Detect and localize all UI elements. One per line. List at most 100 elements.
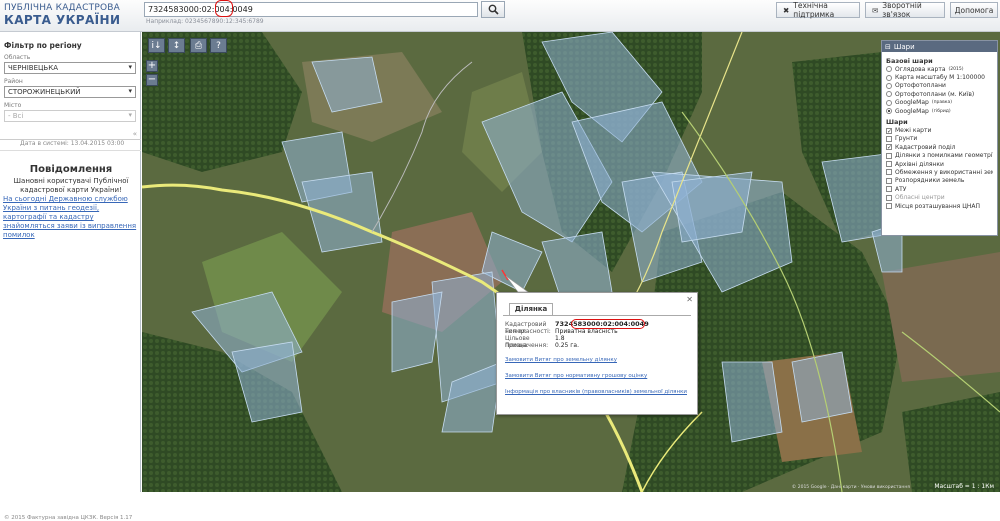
checkbox[interactable] — [886, 186, 892, 193]
overlay-layer-option[interactable]: Архівні ділянки — [886, 160, 993, 168]
site-logo[interactable]: ПУБЛІЧНА КАДАСТРОВА КАРТА УКРАЇНИ — [4, 3, 120, 27]
sidebar-collapse-bar[interactable]: « — [0, 130, 141, 140]
help-label: Допомога — [954, 5, 994, 15]
overlay-layer-option[interactable]: Обмеження у використанні земель — [886, 168, 993, 176]
overlay-layer-option[interactable]: Місця розташування ЦНАП — [886, 202, 993, 210]
base-layer-option[interactable]: Карта масштабу М 1:100000 — [886, 73, 993, 81]
base-layer-sup: (гібрид) — [931, 108, 951, 114]
overlay-layer-option[interactable]: Розпорядники земель — [886, 177, 993, 185]
checkbox[interactable] — [886, 161, 892, 168]
radio-button[interactable] — [886, 82, 892, 89]
feedback-button[interactable]: ✉ Зворотній зв'язок — [865, 1, 945, 19]
base-layer-option[interactable]: GoogleMap (гібрид) — [886, 107, 993, 115]
overlay-layer-label: Межі карти — [895, 127, 932, 135]
overlay-layer-label: Місця розташування ЦНАП — [895, 202, 980, 210]
overlay-layer-label: АТУ — [895, 185, 907, 193]
search-button[interactable] — [481, 1, 505, 18]
logo-line1: ПУБЛІЧНА КАДАСТРОВА — [4, 3, 120, 13]
city-select[interactable]: - Всі ▾ — [4, 110, 136, 122]
checkbox[interactable] — [886, 203, 892, 210]
checkbox[interactable]: ✓ — [886, 144, 892, 151]
logo-line2: КАРТА УКРАЇНИ — [4, 13, 121, 27]
help-tool-button[interactable]: ? — [210, 38, 227, 53]
parcel-area: 0.25 га. — [555, 342, 580, 349]
help-button[interactable]: Допомога — [950, 2, 998, 18]
overlay-layer-label: Кадастровий поділ — [895, 143, 956, 151]
tech-support-button[interactable]: ✖ Технічна підтримка — [776, 1, 860, 19]
zoom-out-button[interactable]: − — [146, 74, 158, 86]
radio-button[interactable] — [886, 74, 892, 81]
base-layer-option[interactable]: Оглядова карта (2015) — [886, 65, 993, 73]
rayon-select[interactable]: СТОРОЖИНЕЦЬКИЙ ▾ — [4, 86, 136, 98]
measure-icon: ↕ — [172, 40, 181, 51]
notice-panel: Повідомлення Шановні користувачі Публічн… — [3, 164, 139, 240]
overlay-layer-option[interactable]: Ґрунти — [886, 135, 993, 143]
collapse-icon: ⊟ — [885, 42, 891, 51]
sidebar: Фільтр по регіону Область ЧЕРНІВЕЦЬКА ▾ Р… — [0, 32, 141, 521]
overlay-layer-label: Обмеження у використанні земель — [895, 168, 993, 176]
checkbox[interactable] — [886, 194, 892, 201]
base-layer-label: GoogleMap — [895, 99, 929, 107]
data-date: Дата в системі: 13.04.2015 03:00 — [20, 140, 125, 147]
tab-parcel[interactable]: Ділянка — [509, 303, 553, 315]
overlay-layer-option[interactable]: ✓ Межі карти — [886, 126, 993, 134]
radio-button[interactable] — [886, 66, 892, 73]
base-layer-label: Оглядова карта — [895, 65, 946, 73]
map-canvas[interactable]: i↓ ↕ ⎙ ? + − ⊟ Шари Базові шари Оглядова… — [142, 32, 1000, 492]
close-icon[interactable]: ✕ — [686, 295, 693, 304]
radio-button[interactable] — [886, 108, 892, 115]
divider — [0, 150, 141, 151]
zoom-in-button[interactable]: + — [146, 60, 158, 72]
base-layer-option[interactable]: Ортофотоплани (м. Київ) — [886, 90, 993, 98]
base-layer-option[interactable]: GoogleMap (правка) — [886, 99, 993, 107]
cadastral-search-input[interactable]: 7324583000:02:004:0049 — [144, 2, 478, 17]
overlay-layer-option[interactable]: ✓ Кадастровий поділ — [886, 143, 993, 151]
overlay-layer-label: Розпорядники земель — [895, 177, 965, 185]
feedback-label: Зворотній зв'язок — [882, 1, 922, 19]
parcel-key: Площа: — [505, 342, 529, 349]
oblast-value: ЧЕРНІВЕЦЬКА — [8, 64, 58, 72]
ownership-type: Приватна власність — [555, 328, 618, 335]
identify-tool-button[interactable]: i↓ — [148, 38, 165, 53]
overlay-layers-title: Шари — [886, 118, 908, 127]
parcel-info-popup: ✕ Ділянка Кадастровий номер: 7324583000:0… — [496, 292, 698, 415]
owners-info-link[interactable]: Інформація про власників (правовласників… — [505, 389, 687, 395]
print-tool-button[interactable]: ⎙ — [190, 38, 207, 53]
parcel-key: Тип власності: — [505, 328, 551, 335]
base-layer-label: Ортофотоплани — [895, 82, 946, 90]
base-layer-option[interactable]: Ортофотоплани — [886, 82, 993, 90]
checkbox[interactable] — [886, 152, 892, 159]
notice-link[interactable]: На сьогодні Державною службою України з … — [3, 195, 139, 240]
checkbox[interactable]: ✓ — [886, 127, 892, 134]
chevron-down-icon: ▾ — [128, 87, 132, 95]
checkbox[interactable] — [886, 169, 892, 176]
search-icon — [488, 4, 499, 15]
overlay-layer-option[interactable]: Ділянки з помилками геометрії — [886, 152, 993, 160]
radio-button[interactable] — [886, 91, 892, 98]
tech-support-label: Технічна підтримка — [793, 1, 835, 19]
layers-header[interactable]: ⊟ Шари — [882, 41, 997, 52]
radio-button[interactable] — [886, 99, 892, 106]
layers-title: Шари — [893, 42, 915, 51]
rayon-value: СТОРОЖИНЕЦЬКИЙ — [8, 88, 81, 96]
parcel-row: Тип власності: Приватна власність — [505, 328, 649, 335]
checkbox[interactable] — [886, 177, 892, 184]
overlay-layer-option[interactable]: АТУ — [886, 185, 993, 193]
measure-tool-button[interactable]: ↕ — [168, 38, 185, 53]
oblast-select[interactable]: ЧЕРНІВЕЦЬКА ▾ — [4, 62, 136, 74]
print-icon: ⎙ — [194, 40, 203, 51]
checkbox[interactable] — [886, 135, 892, 142]
envelope-icon: ✉ — [872, 5, 879, 15]
city-value: - Всі — [8, 112, 24, 120]
wrench-icon: ✖ — [783, 5, 790, 15]
search-hint: Наприклад: 0234567890:12:345:6789 — [146, 18, 264, 25]
layers-panel: ⊟ Шари Базові шари Оглядова карта (2015) К… — [881, 40, 998, 236]
divider — [503, 315, 691, 316]
base-layer-sup: (правка) — [931, 100, 953, 106]
base-layer-label: GoogleMap — [895, 107, 929, 115]
order-valuation-link[interactable]: Замовити Витяг про нормативну грошову оц… — [505, 373, 647, 379]
order-extract-link[interactable]: Замовити Витяг про земельну ділянку — [505, 357, 617, 363]
base-layer-sup: (2015) — [948, 66, 964, 72]
overlay-layer-option[interactable]: Обласні центри — [886, 193, 993, 201]
map-attribution[interactable]: © 2015 Google · Дані карти · Умови викор… — [792, 485, 910, 490]
